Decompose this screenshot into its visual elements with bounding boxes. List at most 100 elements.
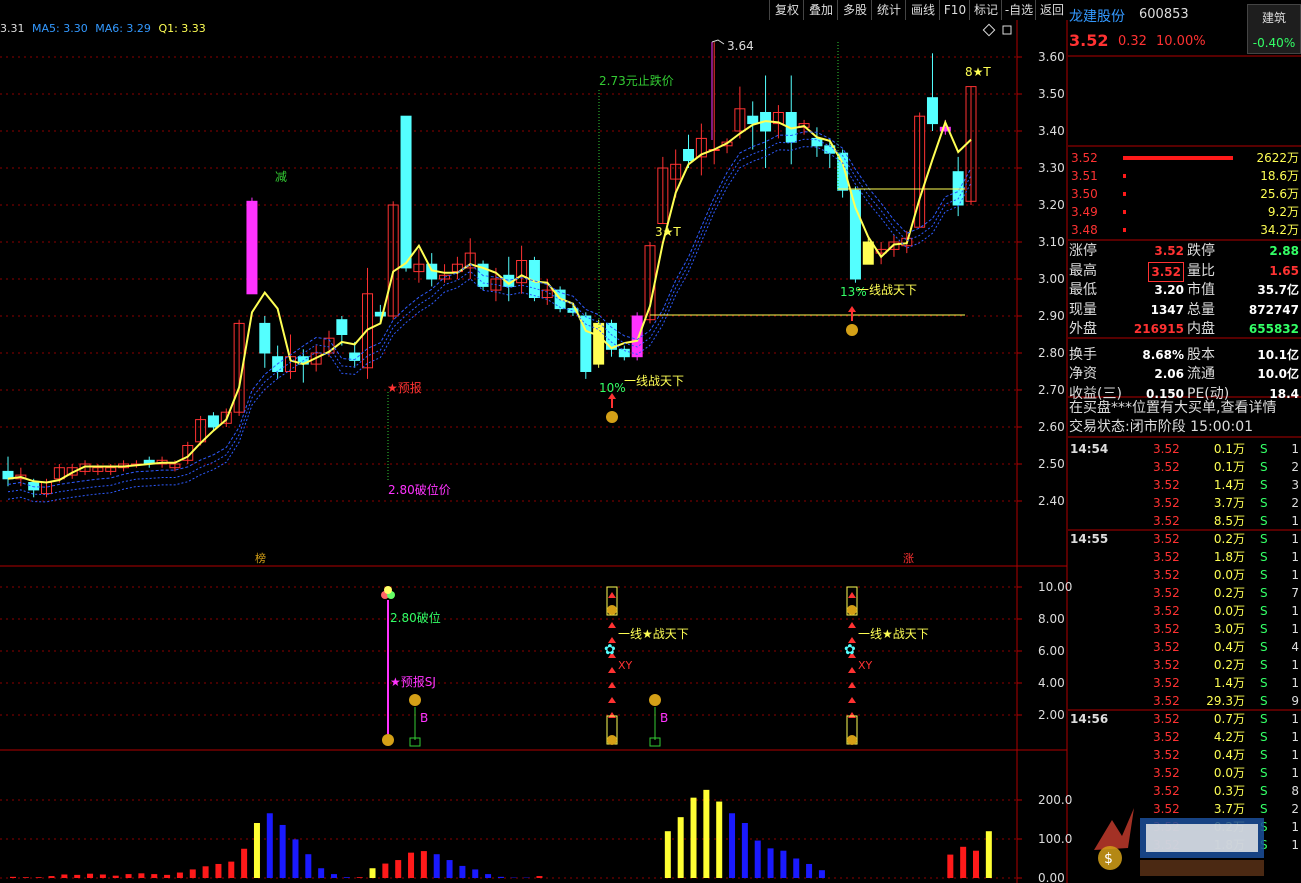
industry-button[interactable]: 建筑 -0.40% [1247, 4, 1301, 54]
t8-label: 8★T [965, 65, 991, 79]
arrow-up-icon [608, 712, 616, 718]
money-bag-icon [607, 605, 617, 615]
svg-text:$: $ [1104, 851, 1113, 867]
band-line [7, 131, 972, 488]
toolbar-button-3[interactable]: 统计 [871, 0, 906, 20]
candle-body [811, 137, 823, 147]
tick-row[interactable]: 3.52 0.4万 S 4 [1069, 638, 1301, 656]
stat-value: 655832 [1248, 322, 1299, 336]
candle-body [246, 200, 258, 295]
order-book-row[interactable]: 3.50 25.6万 [1069, 185, 1301, 203]
tick-row[interactable]: 3.52 1.4万 S 1 [1069, 674, 1301, 692]
tick-row[interactable]: 3.52 4.2万 S 1 [1069, 728, 1301, 746]
volume-bar [690, 797, 697, 878]
tick-row[interactable]: 3.52 8.5万 S 1 [1069, 512, 1301, 530]
tick-volume: 1.4万 [1213, 676, 1245, 690]
toolbar-button-2[interactable]: 多股 [837, 0, 872, 20]
stat-label: 内盘 [1187, 321, 1215, 337]
money-bag-icon [847, 735, 857, 745]
toolbar-button-0[interactable]: 复权 [769, 0, 804, 20]
tick-volume: 0.3万 [1213, 784, 1245, 798]
tick-row[interactable]: 3.52 0.4万 S 1 [1069, 746, 1301, 764]
stat-value: 2.06 [1154, 367, 1184, 381]
volume-bar [677, 817, 684, 878]
volume-bar [433, 854, 440, 878]
volume-bar [985, 831, 992, 878]
arrow-up-icon [608, 592, 616, 598]
tick-row[interactable]: 3.52 1.8万 S 1 [1069, 548, 1301, 566]
toolbar-button-5[interactable]: F10 [939, 0, 970, 20]
toolbar-button-6[interactable]: 标记 [969, 0, 1002, 20]
tick-row[interactable]: 3.52 1.4万 S 3 [1069, 476, 1301, 494]
order-book-row[interactable]: 3.51 18.6万 [1069, 167, 1301, 185]
order-book-row[interactable]: 3.48 34.2万 [1069, 221, 1301, 239]
main-y-tick: 3.00 [1038, 272, 1065, 286]
tick-row[interactable]: 3.52 0.0万 S 1 [1069, 602, 1301, 620]
tick-row[interactable]: 3.52 0.1万 S 2 [1069, 458, 1301, 476]
t3-label: 3★T [655, 225, 681, 239]
tick-count: 1 [1291, 658, 1299, 672]
trade-status: 交易状态:闭市阶段 15:00:01 [1069, 419, 1254, 435]
sub-y-tick: 10.00 [1038, 580, 1072, 594]
tick-row[interactable]: 14:56 3.52 0.7万 S 1 [1069, 710, 1301, 728]
tick-row[interactable]: 3.52 0.3万 S 8 [1069, 782, 1301, 800]
band-line [7, 146, 972, 503]
tick-row[interactable]: 3.52 3.0万 S 1 [1069, 620, 1301, 638]
tick-volume: 0.1万 [1213, 442, 1245, 456]
tick-time: 14:54 [1070, 442, 1109, 456]
tick-price: 3.52 [1153, 640, 1180, 654]
toolbar-button-4[interactable]: 画线 [905, 0, 940, 20]
tick-row[interactable]: 3.52 3.7万 S 2 [1069, 494, 1301, 512]
toolbar-button-1[interactable]: 叠加 [803, 0, 838, 20]
toolbar-button-7[interactable]: -自选 [1001, 0, 1036, 20]
order-book-row[interactable]: 3.49 9.2万 [1069, 203, 1301, 221]
sub-y-tick: 6.00 [1038, 644, 1065, 658]
stats-row: 涨停 3.52 跌停 2.88 [1069, 242, 1301, 260]
price-change-pct: 10.00% [1156, 34, 1206, 49]
tick-count: 1 [1291, 604, 1299, 618]
tick-row[interactable]: 3.52 29.3万 S 9 [1069, 692, 1301, 710]
sub-y-tick: 2.00 [1038, 708, 1065, 722]
volume-bar [408, 852, 415, 878]
band-line [7, 138, 972, 496]
tick-count: 1 [1291, 730, 1299, 744]
volume-bar [125, 874, 132, 878]
tick-time: 14:56 [1070, 712, 1109, 726]
tick-row[interactable]: 14:54 3.52 0.1万 S 1 [1069, 440, 1301, 458]
bang-label: 榜 [255, 551, 266, 565]
volume-bar [48, 876, 55, 878]
tick-row[interactable]: 3.52 0.0万 S 1 [1069, 566, 1301, 584]
volume-bar [87, 873, 94, 878]
tick-count: 1 [1291, 676, 1299, 690]
arrow-up-icon [848, 697, 856, 703]
tick-side: S [1260, 550, 1268, 564]
stat-value: 3.52 [1148, 261, 1184, 282]
volume-bar [780, 850, 787, 878]
jian-label: 减 [275, 170, 287, 184]
tick-row[interactable]: 3.52 0.2万 S 1 [1069, 656, 1301, 674]
order-book-row[interactable]: 3.52 2622万 [1069, 149, 1301, 167]
tick-row[interactable]: 3.52 0.0万 S 1 [1069, 764, 1301, 782]
order-price: 3.49 [1071, 205, 1098, 219]
volume-bar [369, 868, 376, 878]
tick-price: 3.52 [1153, 604, 1180, 618]
volume-bar [112, 875, 119, 878]
volume-bar [716, 801, 723, 878]
candle-body [631, 315, 643, 358]
pre-alert-label: ★预报 [387, 380, 422, 395]
stat-label: 最低 [1069, 282, 1097, 298]
butterfly-icon: ✿ [844, 642, 856, 658]
volume-bar [485, 874, 492, 878]
tick-row[interactable]: 14:55 3.52 0.2万 S 1 [1069, 530, 1301, 548]
big-order-notice[interactable]: 在买盘***位置有大买单,查看详情 [1069, 399, 1301, 417]
stop-label: 2.73元止跌价 [599, 73, 674, 88]
toolbar-button-8[interactable]: 返回 [1035, 0, 1068, 20]
volume-bar [176, 872, 183, 878]
main-y-tick: 2.90 [1038, 309, 1065, 323]
volume-bar [305, 854, 312, 878]
order-price: 3.50 [1071, 187, 1098, 201]
tick-row[interactable]: 3.52 0.2万 S 7 [1069, 584, 1301, 602]
tick-count: 1 [1291, 532, 1299, 546]
volume-bar [10, 876, 16, 878]
price-change: 0.32 [1118, 34, 1147, 49]
